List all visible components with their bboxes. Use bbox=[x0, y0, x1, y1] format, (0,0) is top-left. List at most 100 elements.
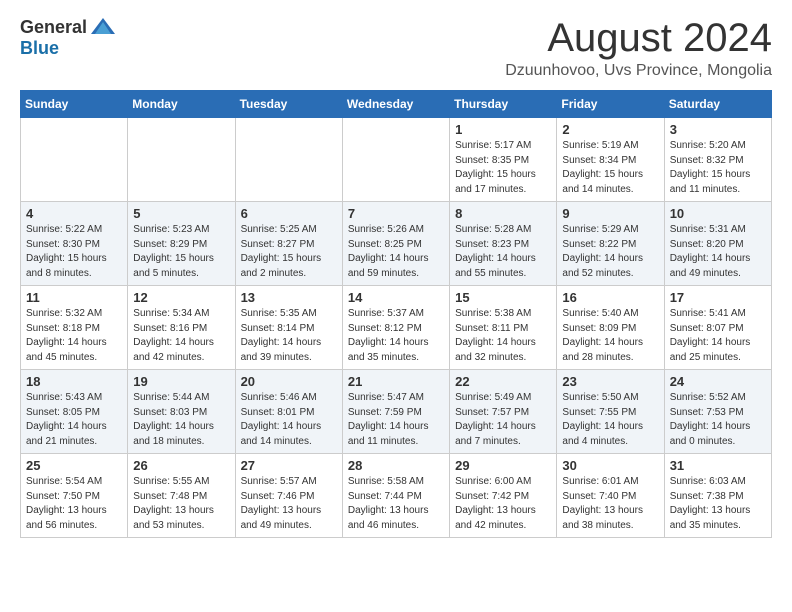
day-info: Sunrise: 5:52 AM Sunset: 7:53 PM Dayligh… bbox=[670, 391, 766, 449]
day-number: 23 bbox=[562, 374, 658, 389]
location: Dzuunhovoo, Uvs Province, Mongolia bbox=[505, 62, 772, 80]
day-number: 12 bbox=[133, 290, 229, 305]
day-info: Sunrise: 5:28 AM Sunset: 8:23 PM Dayligh… bbox=[455, 223, 551, 281]
calendar-cell: 15Sunrise: 5:38 AM Sunset: 8:11 PM Dayli… bbox=[450, 286, 557, 370]
day-info: Sunrise: 5:23 AM Sunset: 8:29 PM Dayligh… bbox=[133, 223, 229, 281]
col-saturday: Saturday bbox=[664, 91, 771, 118]
logo: General Blue bbox=[20, 16, 117, 59]
day-info: Sunrise: 5:41 AM Sunset: 8:07 PM Dayligh… bbox=[670, 307, 766, 365]
calendar-cell: 19Sunrise: 5:44 AM Sunset: 8:03 PM Dayli… bbox=[128, 370, 235, 454]
day-number: 14 bbox=[348, 290, 444, 305]
day-info: Sunrise: 6:00 AM Sunset: 7:42 PM Dayligh… bbox=[455, 475, 551, 533]
calendar-table: Sunday Monday Tuesday Wednesday Thursday… bbox=[20, 90, 772, 538]
calendar-cell: 13 Sunrise: 5:35 AM Sunset: 8:14 PM Dayli… bbox=[235, 286, 342, 370]
calendar-cell: 30 Sunrise: 6:01 AM Sunset: 7:40 PM Dayli… bbox=[557, 454, 664, 538]
page-container: General Blue August 2024 Dzuunhovoo, Uvs… bbox=[0, 0, 792, 558]
calendar-cell: 28 Sunrise: 5:58 AM Sunset: 7:44 PM Dayli… bbox=[342, 454, 449, 538]
day-number: 6 bbox=[241, 206, 337, 221]
col-sunday: Sunday bbox=[21, 91, 128, 118]
day-info: Sunrise: 5:49 AM Sunset: 7:57 PM Dayligh… bbox=[455, 391, 551, 449]
day-number: 10 bbox=[670, 206, 766, 221]
day-info: Sunrise: 5:32 AM Sunset: 8:18 PM Dayligh… bbox=[26, 307, 122, 365]
day-info: Sunrise: 5:29 AM Sunset: 8:22 PM Dayligh… bbox=[562, 223, 658, 281]
day-number: 15 bbox=[455, 290, 551, 305]
col-monday: Monday bbox=[128, 91, 235, 118]
calendar-cell: 20 Sunrise: 5:46 AM Sunset: 8:01 PM Dayli… bbox=[235, 370, 342, 454]
calendar-week-3: 11 Sunrise: 5:32 AM Sunset: 8:18 PM Dayli… bbox=[21, 286, 772, 370]
day-info: Sunrise: 5:44 AM Sunset: 8:03 PM Dayligh… bbox=[133, 391, 229, 449]
day-info: Sunrise: 5:57 AM Sunset: 7:46 PM Dayligh… bbox=[241, 475, 337, 533]
calendar-cell: 24 Sunrise: 5:52 AM Sunset: 7:53 PM Dayli… bbox=[664, 370, 771, 454]
calendar-cell: 14 Sunrise: 5:37 AM Sunset: 8:12 PM Dayli… bbox=[342, 286, 449, 370]
day-number: 28 bbox=[348, 458, 444, 473]
day-number: 16 bbox=[562, 290, 658, 305]
day-number: 11 bbox=[26, 290, 122, 305]
calendar-cell bbox=[342, 118, 449, 202]
day-number: 30 bbox=[562, 458, 658, 473]
calendar-cell: 2Sunrise: 5:19 AM Sunset: 8:34 PM Daylig… bbox=[557, 118, 664, 202]
calendar-cell: 29Sunrise: 6:00 AM Sunset: 7:42 PM Dayli… bbox=[450, 454, 557, 538]
day-number: 13 bbox=[241, 290, 337, 305]
day-info: Sunrise: 5:34 AM Sunset: 8:16 PM Dayligh… bbox=[133, 307, 229, 365]
day-info: Sunrise: 5:25 AM Sunset: 8:27 PM Dayligh… bbox=[241, 223, 337, 281]
day-number: 25 bbox=[26, 458, 122, 473]
day-info: Sunrise: 5:50 AM Sunset: 7:55 PM Dayligh… bbox=[562, 391, 658, 449]
calendar-cell: 9Sunrise: 5:29 AM Sunset: 8:22 PM Daylig… bbox=[557, 202, 664, 286]
col-wednesday: Wednesday bbox=[342, 91, 449, 118]
header: General Blue August 2024 Dzuunhovoo, Uvs… bbox=[20, 16, 772, 80]
day-info: Sunrise: 5:46 AM Sunset: 8:01 PM Dayligh… bbox=[241, 391, 337, 449]
day-number: 21 bbox=[348, 374, 444, 389]
day-number: 20 bbox=[241, 374, 337, 389]
calendar-cell: 10Sunrise: 5:31 AM Sunset: 8:20 PM Dayli… bbox=[664, 202, 771, 286]
logo-general-text: General bbox=[20, 17, 87, 38]
day-info: Sunrise: 6:01 AM Sunset: 7:40 PM Dayligh… bbox=[562, 475, 658, 533]
calendar-cell: 25 Sunrise: 5:54 AM Sunset: 7:50 PM Dayli… bbox=[21, 454, 128, 538]
day-number: 1 bbox=[455, 122, 551, 137]
calendar-cell: 16Sunrise: 5:40 AM Sunset: 8:09 PM Dayli… bbox=[557, 286, 664, 370]
day-info: Sunrise: 5:55 AM Sunset: 7:48 PM Dayligh… bbox=[133, 475, 229, 533]
calendar-cell bbox=[235, 118, 342, 202]
title-block: August 2024 Dzuunhovoo, Uvs Province, Mo… bbox=[505, 16, 772, 80]
day-info: Sunrise: 5:58 AM Sunset: 7:44 PM Dayligh… bbox=[348, 475, 444, 533]
calendar-cell: 17 Sunrise: 5:41 AM Sunset: 8:07 PM Dayli… bbox=[664, 286, 771, 370]
calendar-week-1: 1Sunrise: 5:17 AM Sunset: 8:35 PM Daylig… bbox=[21, 118, 772, 202]
day-number: 7 bbox=[348, 206, 444, 221]
calendar-cell bbox=[21, 118, 128, 202]
day-info: Sunrise: 5:20 AM Sunset: 8:32 PM Dayligh… bbox=[670, 139, 766, 197]
day-info: Sunrise: 5:47 AM Sunset: 7:59 PM Dayligh… bbox=[348, 391, 444, 449]
calendar-cell: 21 Sunrise: 5:47 AM Sunset: 7:59 PM Dayli… bbox=[342, 370, 449, 454]
calendar-cell: 27 Sunrise: 5:57 AM Sunset: 7:46 PM Dayli… bbox=[235, 454, 342, 538]
day-number: 3 bbox=[670, 122, 766, 137]
day-info: Sunrise: 5:22 AM Sunset: 8:30 PM Dayligh… bbox=[26, 223, 122, 281]
calendar-cell: 5Sunrise: 5:23 AM Sunset: 8:29 PM Daylig… bbox=[128, 202, 235, 286]
logo-icon bbox=[89, 16, 117, 38]
calendar-week-5: 25 Sunrise: 5:54 AM Sunset: 7:50 PM Dayli… bbox=[21, 454, 772, 538]
month-year: August 2024 bbox=[505, 16, 772, 60]
calendar-header: Sunday Monday Tuesday Wednesday Thursday… bbox=[21, 91, 772, 118]
calendar-cell: 3 Sunrise: 5:20 AM Sunset: 8:32 PM Daylig… bbox=[664, 118, 771, 202]
day-info: Sunrise: 5:37 AM Sunset: 8:12 PM Dayligh… bbox=[348, 307, 444, 365]
calendar-cell: 12 Sunrise: 5:34 AM Sunset: 8:16 PM Dayli… bbox=[128, 286, 235, 370]
day-number: 24 bbox=[670, 374, 766, 389]
day-info: Sunrise: 5:26 AM Sunset: 8:25 PM Dayligh… bbox=[348, 223, 444, 281]
calendar-cell: 22Sunrise: 5:49 AM Sunset: 7:57 PM Dayli… bbox=[450, 370, 557, 454]
col-friday: Friday bbox=[557, 91, 664, 118]
day-info: Sunrise: 5:19 AM Sunset: 8:34 PM Dayligh… bbox=[562, 139, 658, 197]
calendar-cell: 7 Sunrise: 5:26 AM Sunset: 8:25 PM Daylig… bbox=[342, 202, 449, 286]
calendar-cell: 4Sunrise: 5:22 AM Sunset: 8:30 PM Daylig… bbox=[21, 202, 128, 286]
day-number: 27 bbox=[241, 458, 337, 473]
calendar-cell: 31Sunrise: 6:03 AM Sunset: 7:38 PM Dayli… bbox=[664, 454, 771, 538]
calendar-week-2: 4Sunrise: 5:22 AM Sunset: 8:30 PM Daylig… bbox=[21, 202, 772, 286]
header-row: Sunday Monday Tuesday Wednesday Thursday… bbox=[21, 91, 772, 118]
calendar-cell: 8Sunrise: 5:28 AM Sunset: 8:23 PM Daylig… bbox=[450, 202, 557, 286]
day-info: Sunrise: 5:35 AM Sunset: 8:14 PM Dayligh… bbox=[241, 307, 337, 365]
day-info: Sunrise: 5:43 AM Sunset: 8:05 PM Dayligh… bbox=[26, 391, 122, 449]
calendar-week-4: 18 Sunrise: 5:43 AM Sunset: 8:05 PM Dayli… bbox=[21, 370, 772, 454]
calendar-cell: 1Sunrise: 5:17 AM Sunset: 8:35 PM Daylig… bbox=[450, 118, 557, 202]
day-info: Sunrise: 6:03 AM Sunset: 7:38 PM Dayligh… bbox=[670, 475, 766, 533]
day-number: 17 bbox=[670, 290, 766, 305]
calendar-cell: 23 Sunrise: 5:50 AM Sunset: 7:55 PM Dayli… bbox=[557, 370, 664, 454]
col-tuesday: Tuesday bbox=[235, 91, 342, 118]
day-number: 18 bbox=[26, 374, 122, 389]
day-info: Sunrise: 5:54 AM Sunset: 7:50 PM Dayligh… bbox=[26, 475, 122, 533]
